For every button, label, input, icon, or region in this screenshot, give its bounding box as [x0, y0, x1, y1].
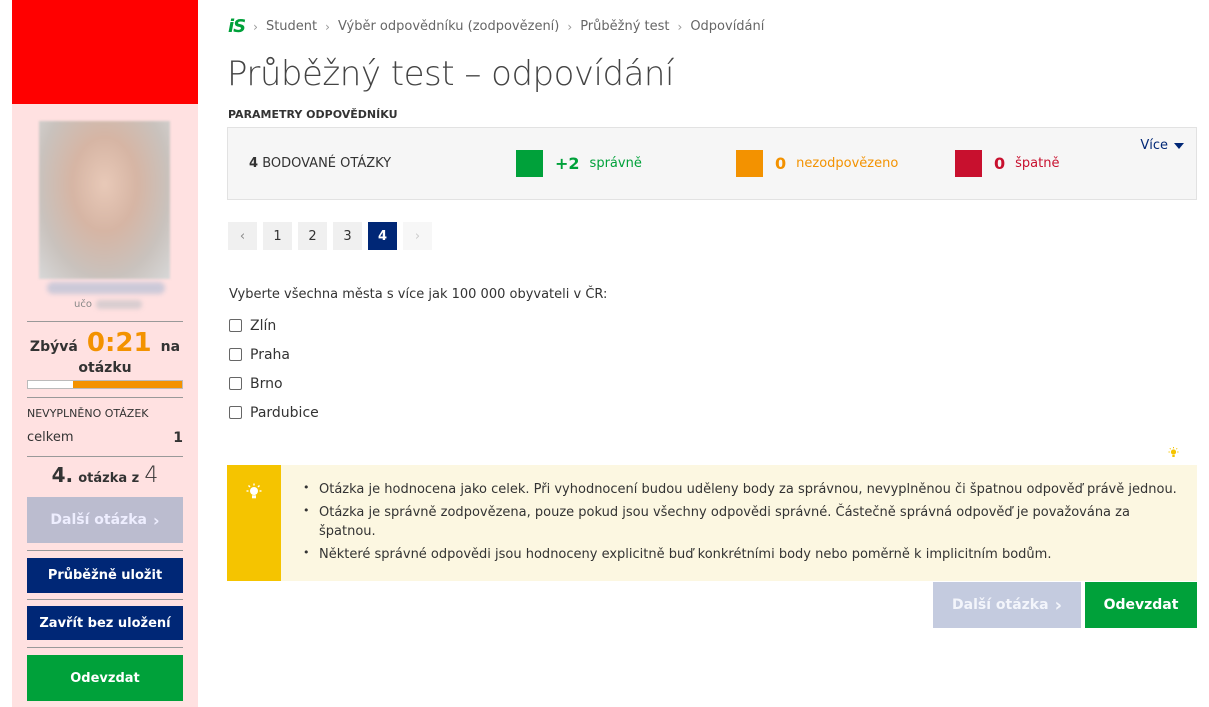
- next-question-label: Další otázka: [952, 597, 1049, 613]
- next-question-button[interactable]: Další otázka ›: [933, 582, 1081, 628]
- answer-checkbox[interactable]: [229, 406, 242, 419]
- info-item: Otázka je správně zodpovězena, pouze pok…: [303, 503, 1183, 542]
- breadcrumb: iS › Student › Výběr odpovědníku (zodpov…: [228, 16, 764, 37]
- sidebar-submit-button[interactable]: Odevzdat: [27, 655, 183, 701]
- info-list: Otázka je hodnocena jako celek. Při vyho…: [303, 480, 1183, 567]
- answer-label: Zlín: [250, 317, 277, 334]
- unanswered-color-square: [736, 150, 763, 177]
- breadcrumb-item[interactable]: Průběžný test: [580, 19, 669, 34]
- question-counter: 4. otázka z 4: [27, 463, 183, 488]
- divider: [27, 647, 183, 648]
- correct-color-square: [516, 150, 543, 177]
- timer: Zbývá 0:21 na: [27, 328, 183, 359]
- pager-prev-button[interactable]: ‹: [228, 222, 257, 250]
- question-total: 4: [144, 463, 159, 488]
- uco-label: učo: [74, 299, 92, 310]
- answer-checkbox[interactable]: [229, 319, 242, 332]
- unanswered-value: 0: [775, 154, 787, 173]
- pager-page-2[interactable]: 2: [298, 222, 327, 250]
- pager-page-1[interactable]: 1: [263, 222, 292, 250]
- unfilled-title: NEVYPLNĚNO OTÁZEK: [27, 407, 149, 420]
- pager-page-4[interactable]: 4: [368, 222, 397, 250]
- chevron-right-icon: ›: [567, 19, 573, 34]
- student-photo: [39, 121, 170, 279]
- sidebar: učo Zbývá 0:21 na otázku NEVYPLNĚNO OTÁZ…: [12, 0, 198, 707]
- wrong-label: špatně: [1015, 156, 1060, 171]
- unanswered-label: nezodpovězeno: [796, 156, 899, 171]
- answer-option[interactable]: Praha: [229, 340, 319, 369]
- chevron-right-icon: ›: [152, 510, 160, 530]
- chevron-right-icon: ›: [253, 19, 258, 34]
- chevron-right-icon: ›: [1054, 594, 1062, 616]
- answer-label: Brno: [250, 375, 283, 392]
- wrong-color-square: [955, 150, 982, 177]
- question-pager: ‹ 1 2 3 4 ›: [228, 222, 432, 250]
- answer-option[interactable]: Zlín: [229, 311, 319, 340]
- timer-prefix: Zbývá: [29, 339, 78, 355]
- more-toggle[interactable]: Více: [1140, 138, 1184, 153]
- pager-next-button[interactable]: ›: [403, 222, 432, 250]
- answer-checkbox[interactable]: [229, 348, 242, 361]
- question-current: 4.: [51, 463, 74, 487]
- chevron-right-icon: ›: [325, 19, 330, 34]
- scored-count-label: BODOVANÉ OTÁZKY: [262, 156, 392, 171]
- more-label: Více: [1140, 138, 1168, 153]
- info-side-bar: [227, 465, 281, 581]
- timer-value: 0:21: [86, 328, 152, 358]
- answer-option[interactable]: Brno: [229, 369, 319, 398]
- timer-progress-bar: [27, 380, 183, 389]
- sidebar-next-question-button[interactable]: Další otázka ›: [27, 497, 183, 543]
- info-box: Otázka je hodnocena jako celek. Při vyho…: [227, 465, 1197, 581]
- answer-label: Pardubice: [250, 404, 319, 421]
- wrong-value: 0: [994, 154, 1006, 173]
- stat-correct: +2 správně: [516, 150, 642, 177]
- sidebar-next-label: Další otázka: [50, 512, 147, 528]
- answer-checkbox[interactable]: [229, 377, 242, 390]
- breadcrumb-item[interactable]: Student: [266, 19, 317, 34]
- answer-options: Zlín Praha Brno Pardubice: [229, 311, 319, 427]
- uco-value-redacted: [95, 299, 142, 309]
- divider: [27, 397, 183, 398]
- divider: [27, 456, 183, 457]
- correct-value: +2: [555, 154, 580, 173]
- lightbulb-icon[interactable]: [1168, 447, 1179, 462]
- chevron-right-icon: ›: [677, 19, 683, 34]
- sidebar-header-banner: [12, 0, 198, 104]
- params-box: 4 BODOVANÉ OTÁZKY +2 správně 0 nezodpově…: [227, 127, 1197, 200]
- divider: [27, 550, 183, 551]
- save-progress-button[interactable]: Průběžně uložit: [27, 558, 183, 593]
- close-without-saving-button[interactable]: Zavřít bez uložení: [27, 606, 183, 640]
- timer-line2: otázku: [78, 360, 132, 376]
- student-name-redacted: [47, 282, 165, 294]
- answer-label: Praha: [250, 346, 290, 363]
- lightbulb-icon: [246, 483, 262, 581]
- total-value: 1: [173, 430, 183, 446]
- answer-option[interactable]: Pardubice: [229, 398, 319, 427]
- is-logo[interactable]: iS: [228, 16, 246, 37]
- total-label: celkem: [27, 430, 74, 445]
- uco-line: učo: [74, 299, 142, 310]
- breadcrumb-item-current: Odpovídání: [690, 19, 765, 34]
- params-title: PARAMETRY ODPOVĚDNÍKU: [228, 108, 398, 121]
- question-mid: otázka z: [78, 471, 140, 486]
- divider: [27, 321, 183, 322]
- caret-down-icon: [1174, 142, 1184, 149]
- unfilled-total-row: celkem 1: [27, 430, 183, 446]
- timer-suffix: na: [160, 339, 181, 355]
- timer-progress-fill: [72, 381, 182, 388]
- scored-questions-count: 4 BODOVANÉ OTÁZKY: [249, 156, 391, 171]
- stat-unanswered: 0 nezodpovězeno: [736, 150, 898, 177]
- info-item: Otázka je hodnocena jako celek. Při vyho…: [303, 480, 1183, 500]
- correct-label: správně: [589, 156, 642, 171]
- stat-wrong: 0 špatně: [955, 150, 1059, 177]
- page-title: Průběžný test – odpovídání: [227, 54, 674, 94]
- breadcrumb-item[interactable]: Výběr odpovědníku (zodpovězení): [338, 19, 559, 34]
- question-text: Vyberte všechna města s více jak 100 000…: [229, 287, 608, 302]
- scored-count-value: 4: [249, 156, 259, 171]
- info-item: Některé správné odpovědi jsou hodnoceny …: [303, 545, 1183, 565]
- divider: [27, 599, 183, 600]
- pager-page-3[interactable]: 3: [333, 222, 362, 250]
- submit-button[interactable]: Odevzdat: [1085, 582, 1197, 628]
